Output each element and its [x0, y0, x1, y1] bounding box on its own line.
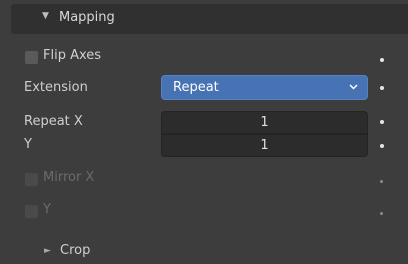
flip-axes-label[interactable]: Flip Axes — [43, 48, 101, 63]
mirror-x-keyframe-dot[interactable] — [380, 180, 383, 183]
collapse-triangle-icon[interactable]: ► — [44, 246, 51, 256]
repeat-y-label: Y — [24, 137, 32, 152]
crop-subpanel-header[interactable]: Crop — [60, 243, 90, 258]
repeat-x-field[interactable]: 1 — [161, 111, 368, 134]
repeat-y-keyframe-dot[interactable] — [380, 144, 384, 148]
extension-dropdown[interactable]: Repeat — [161, 75, 368, 100]
flip-axes-checkbox[interactable] — [25, 51, 38, 64]
panel-title: Mapping — [59, 10, 115, 25]
extension-value: Repeat — [173, 80, 219, 95]
repeat-y-field[interactable]: 1 — [161, 134, 368, 157]
extension-label: Extension — [24, 80, 88, 95]
chevron-down-icon — [349, 84, 358, 90]
repeat-x-label: Repeat X — [24, 114, 83, 129]
texture-mapping-panel: ▼ Mapping Flip Axes Extension Repeat Rep… — [0, 0, 408, 264]
repeat-y-value: 1 — [260, 138, 269, 153]
mirror-y-checkbox[interactable] — [25, 205, 38, 218]
extension-keyframe-dot[interactable] — [380, 86, 384, 90]
mirror-y-label[interactable]: Y — [43, 202, 51, 217]
mapping-panel-header[interactable]: ▼ Mapping — [11, 4, 408, 34]
repeat-x-value: 1 — [260, 115, 269, 130]
expand-triangle-icon[interactable]: ▼ — [42, 11, 49, 21]
mirror-x-label[interactable]: Mirror X — [43, 170, 94, 185]
flip-axes-keyframe-dot[interactable] — [380, 58, 384, 62]
repeat-x-keyframe-dot[interactable] — [380, 120, 384, 124]
mirror-y-keyframe-dot[interactable] — [380, 212, 383, 215]
mirror-x-checkbox[interactable] — [25, 173, 38, 186]
